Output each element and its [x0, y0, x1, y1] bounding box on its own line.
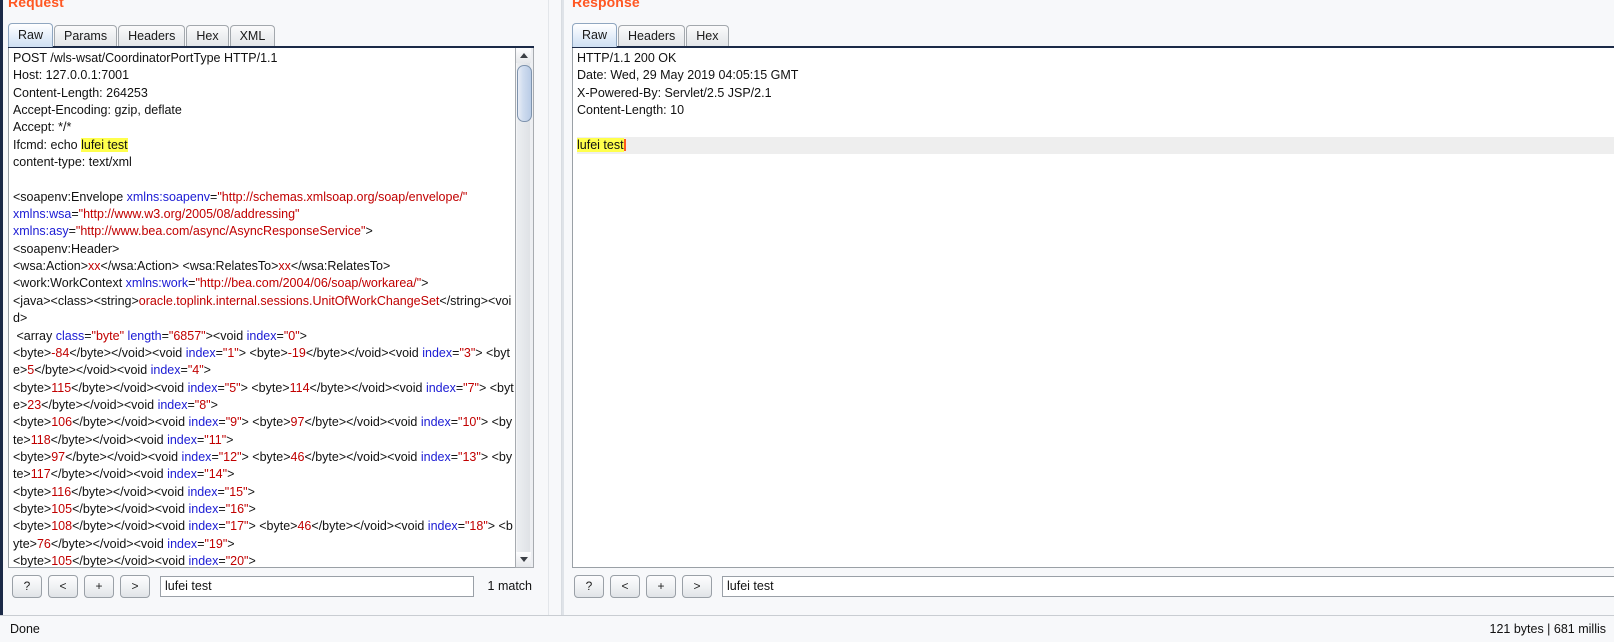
tab-request-headers[interactable]: Headers — [118, 25, 186, 47]
request-header-line: Accept: */* — [13, 120, 72, 135]
request-blank-line — [13, 171, 515, 188]
response-search-bar: ? < + > lufei test 1 match — [574, 574, 1614, 598]
tab-request-hex[interactable]: Hex — [186, 25, 229, 47]
response-search-next-button[interactable]: > — [682, 574, 712, 598]
pane-splitter[interactable] — [548, 0, 562, 642]
text-caret — [623, 138, 626, 151]
response-tabstrip: Raw Headers Hex — [572, 20, 1614, 47]
request-search-help-button[interactable]: ? — [12, 574, 42, 598]
request-search-next-button[interactable]: > — [120, 574, 150, 598]
request-tabstrip: Raw Params Headers Hex XML — [8, 20, 548, 47]
tab-request-raw[interactable]: Raw — [8, 23, 54, 47]
scroll-down-arrow-icon[interactable] — [516, 552, 531, 567]
scroll-up-arrow-icon[interactable] — [516, 48, 531, 63]
response-header-line: X-Powered-By: Servlet/2.5 JSP/2.1 — [577, 85, 772, 100]
response-header-line: Content-Length: 10 — [577, 103, 685, 118]
request-header-line: Content-Length: 264253 — [13, 85, 148, 100]
response-body-line: lufei test — [577, 136, 1614, 155]
request-header-line: POST /wls-wsat/CoordinatorPortType HTTP/… — [13, 51, 278, 65]
request-raw-text: POST /wls-wsat/CoordinatorPortType HTTP/… — [9, 48, 515, 568]
status-message: Done — [10, 622, 40, 636]
request-header-line: Host: 127.0.0.1:7001 — [13, 68, 130, 83]
response-header-line: HTTP/1.1 200 OK — [577, 51, 677, 65]
request-search-add-button[interactable]: + — [84, 574, 114, 598]
request-scroll-track[interactable] — [517, 63, 530, 552]
response-header-line: Date: Wed, 29 May 2019 04:05:15 GMT — [577, 68, 799, 83]
response-search-prev-button[interactable]: < — [610, 574, 640, 598]
status-bar: Done 121 bytes | 681 millis — [0, 615, 1614, 642]
ifcmd-prefix: Ifcmd: echo — [13, 137, 82, 152]
request-content-type-line: content-type: text/xml — [13, 155, 132, 170]
response-raw-text: HTTP/1.1 200 OK Date: Wed, 29 May 2019 04… — [573, 48, 1614, 155]
burp-request-response-viewer: Request Raw Params Headers Hex XML POST … — [0, 0, 1614, 642]
tab-response-hex[interactable]: Hex — [686, 25, 729, 47]
request-pane: Request Raw Params Headers Hex XML POST … — [0, 0, 548, 642]
response-search-input[interactable]: lufei test — [722, 575, 1614, 597]
request-header-line: Accept-Encoding: gzip, deflate — [13, 103, 182, 118]
request-search-input[interactable]: lufei test — [160, 575, 474, 597]
request-editor-wrap: POST /wls-wsat/CoordinatorPortType HTTP/… — [8, 46, 534, 568]
request-search-match-count: 1 match — [487, 579, 532, 593]
ifcmd-search-highlight: lufei test — [81, 137, 128, 152]
request-pane-title: Request — [8, 0, 64, 10]
response-pane-title: Response — [572, 0, 640, 10]
request-ifcmd-line: Ifcmd: echo lufei test — [13, 137, 515, 154]
status-metrics: 121 bytes | 681 millis — [1489, 622, 1607, 636]
request-xml-body: <soapenv:Envelope xmlns:soapenv="http://… — [13, 189, 514, 568]
request-search-prev-button[interactable]: < — [48, 574, 78, 598]
response-search-highlight: lufei test — [577, 137, 624, 152]
tab-request-xml[interactable]: XML — [229, 25, 276, 47]
tab-response-raw[interactable]: Raw — [572, 23, 618, 47]
request-vertical-scrollbar[interactable] — [515, 48, 534, 568]
request-search-bar: ? < + > lufei test 1 match — [12, 574, 532, 598]
request-scroll-thumb[interactable] — [517, 65, 532, 122]
response-blank-line — [577, 119, 1614, 136]
tab-request-params[interactable]: Params — [54, 25, 118, 47]
response-search-help-button[interactable]: ? — [574, 574, 604, 598]
tab-response-headers[interactable]: Headers — [618, 25, 686, 47]
response-pane: Response Raw Headers Hex HTTP/1.1 200 OK… — [562, 0, 1614, 642]
response-editor-wrap: HTTP/1.1 200 OK Date: Wed, 29 May 2019 04… — [572, 46, 1614, 568]
request-editor[interactable]: POST /wls-wsat/CoordinatorPortType HTTP/… — [8, 48, 515, 568]
response-search-add-button[interactable]: + — [646, 574, 676, 598]
response-editor[interactable]: HTTP/1.1 200 OK Date: Wed, 29 May 2019 04… — [572, 48, 1614, 568]
